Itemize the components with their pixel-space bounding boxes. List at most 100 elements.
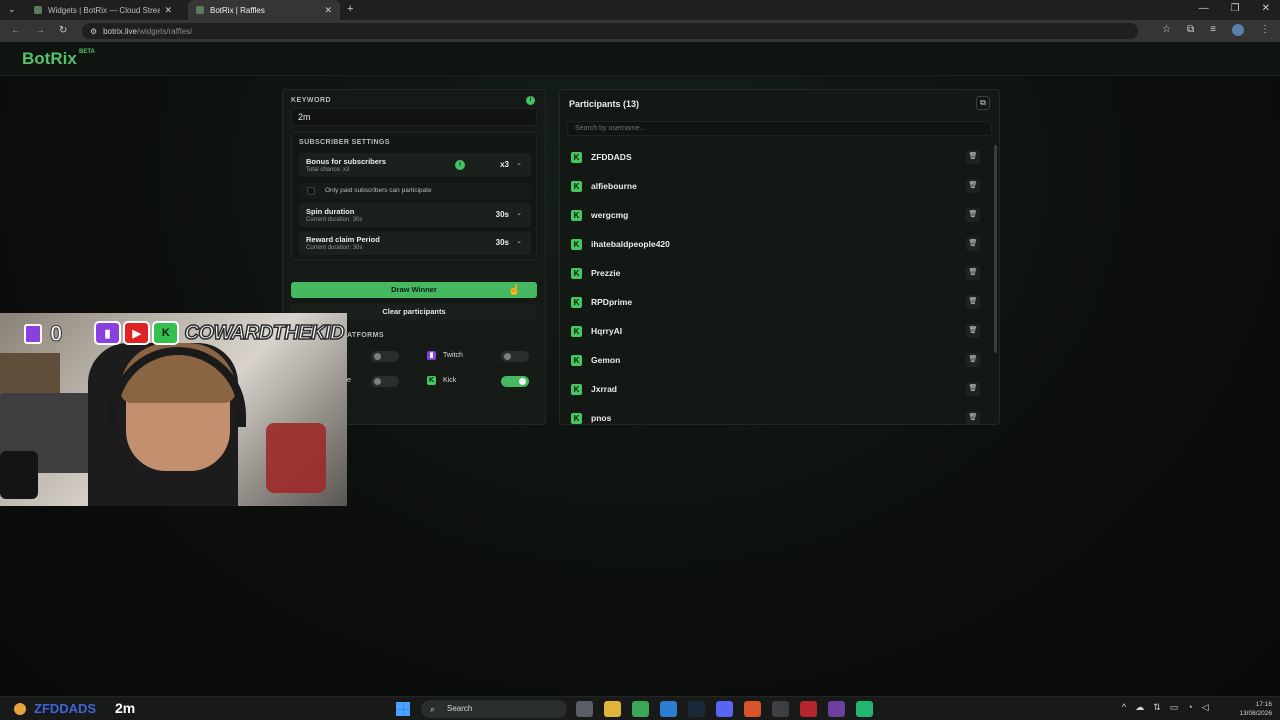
participant-name: Prezzie <box>591 268 621 278</box>
subscriber-settings-title: SUBSCRIBER SETTINGS <box>299 139 390 146</box>
spin-label: Spin duration <box>306 207 355 216</box>
participant-name: HqrryAI <box>591 326 623 336</box>
network-icon[interactable]: ⇅ <box>1153 702 1161 713</box>
kick-icon: K <box>571 326 582 337</box>
delete-participant-icon[interactable]: 🗑 <box>966 208 980 222</box>
participant-name: alfiebourne <box>591 181 637 191</box>
extensions-icon[interactable]: ⧉ <box>1187 24 1194 36</box>
beta-badge: BETA <box>79 49 95 55</box>
viewer-count-value: 0 <box>49 321 63 347</box>
site-info-icon[interactable]: ⚙ <box>90 27 97 36</box>
wifi-icon[interactable]: ◔ <box>1187 702 1192 713</box>
bonus-info-icon[interactable]: i <box>455 160 465 170</box>
menu-kebab-icon[interactable]: ⋮ <box>1260 24 1270 36</box>
keyword-input[interactable]: 2m <box>291 108 537 126</box>
file-explorer-icon[interactable] <box>604 701 621 717</box>
taskbar-search[interactable]: ⌕ Search <box>421 700 567 718</box>
participant-row: Kalfiebourne 🗑 <box>564 174 988 203</box>
kick-toggle[interactable] <box>501 376 529 387</box>
participant-row: Kwergcmg 🗑 <box>564 203 988 232</box>
forward-icon[interactable]: → <box>35 25 45 36</box>
windows-start-icon[interactable] <box>396 702 410 716</box>
delete-participant-icon[interactable]: 🗑 <box>966 237 980 251</box>
delete-participant-icon[interactable]: 🗑 <box>966 411 980 424</box>
search-icon: ⌕ <box>430 704 436 714</box>
participant-row: K Jxrrad 🗑 <box>564 377 988 406</box>
paid-only-row[interactable]: Only paid subscribers can participate <box>299 183 531 199</box>
twitch-viewers-icon <box>24 324 42 344</box>
cloud-icon[interactable]: ☁ <box>1135 702 1144 713</box>
weather-icon[interactable] <box>14 703 26 715</box>
video-editor-icon[interactable] <box>800 701 817 717</box>
chevron-down-icon[interactable]: ⌄ <box>516 159 522 167</box>
delete-participant-icon[interactable]: 🗑 <box>966 324 980 338</box>
botrix-logo[interactable]: BotRix <box>22 49 77 69</box>
participant-search-input[interactable]: Search by username... <box>567 121 992 136</box>
app-icon[interactable] <box>828 701 845 717</box>
delete-participant-icon[interactable]: 🗑 <box>966 295 980 309</box>
system-tray: ^ ☁ ⇅ ▭ ◔ ◁ <box>1122 702 1209 713</box>
paid-only-checkbox[interactable] <box>307 187 315 195</box>
participants-scrollbar[interactable] <box>994 145 997 353</box>
url-field[interactable]: ⚙ botrix.live/widgets/raffles/ <box>82 23 1138 39</box>
tab-search-icon[interactable]: ⌄ <box>8 4 16 15</box>
spin-select[interactable]: 30s <box>496 210 509 219</box>
task-view-icon[interactable] <box>576 701 593 717</box>
volume-icon[interactable]: ◁ <box>1202 702 1209 713</box>
minimize-icon[interactable]: — <box>1199 3 1209 14</box>
chevron-down-icon[interactable]: ⌄ <box>516 209 522 217</box>
participants-panel: Participants (13) ⧉ Search by username..… <box>559 89 1000 425</box>
bookmark-star-icon[interactable]: ☆ <box>1162 24 1171 36</box>
media-controls-icon[interactable]: ≡ <box>1210 24 1216 36</box>
participant-row: K HqrryAI 🗑 <box>564 319 988 348</box>
copy-icon[interactable]: ⧉ <box>976 96 990 110</box>
discord-icon[interactable] <box>716 701 733 717</box>
twitch-icon: ▮ <box>427 351 436 360</box>
reload-icon[interactable]: ↻ <box>59 25 67 36</box>
display-icon[interactable]: ▭ <box>1170 702 1179 713</box>
restore-icon[interactable]: ❐ <box>1231 3 1240 14</box>
new-tab-icon[interactable]: + <box>347 3 353 15</box>
delete-participant-icon[interactable]: 🗑 <box>966 353 980 367</box>
delete-participant-icon[interactable]: 🗑 <box>966 179 980 193</box>
platforms-title: ATFORMS <box>347 332 384 339</box>
app-icon[interactable] <box>744 701 761 717</box>
kick-icon: K <box>571 210 582 221</box>
draw-winner-button[interactable]: Draw Winner <box>291 282 537 298</box>
delete-participant-icon[interactable]: 🗑 <box>966 150 980 164</box>
kick-icon: K <box>571 297 582 308</box>
profile-avatar[interactable] <box>1232 24 1244 36</box>
chevron-down-icon[interactable]: ⌄ <box>516 237 522 245</box>
store-icon[interactable] <box>660 701 677 717</box>
kick-icon: K <box>571 384 582 395</box>
steam-icon[interactable] <box>688 701 705 717</box>
back-icon[interactable]: ← <box>11 25 21 36</box>
youtube-toggle[interactable] <box>371 376 399 387</box>
url-path: /widgets/raffles/ <box>136 26 193 36</box>
subscriber-settings: SUBSCRIBER SETTINGS Bonus for subscriber… <box>291 132 537 260</box>
tab-raffles[interactable]: BotRix | Raffles ✕ <box>188 0 340 20</box>
app-icon[interactable] <box>856 701 873 717</box>
youtube-icon: ▶ <box>123 321 151 345</box>
clock[interactable]: 17:16 13/08/2026 <box>1222 700 1272 718</box>
obs-icon[interactable] <box>772 701 789 717</box>
participant-name: RPDprime <box>591 297 633 307</box>
close-icon[interactable]: ✕ <box>324 5 332 16</box>
close-icon[interactable]: ✕ <box>164 5 172 16</box>
participant-name: ZFDDADS <box>591 152 632 162</box>
tray-overflow-icon[interactable]: ^ <box>1122 702 1126 713</box>
delete-participant-icon[interactable]: 🗑 <box>966 266 980 280</box>
chrome-icon[interactable] <box>632 701 649 717</box>
reward-select[interactable]: 30s <box>496 238 509 247</box>
platform-kick: K Kick <box>421 372 537 390</box>
bonus-select[interactable]: x3 <box>500 160 509 169</box>
tab-widgets[interactable]: Widgets | BotRix — Cloud Strea ✕ <box>26 0 180 20</box>
delete-participant-icon[interactable]: 🗑 <box>966 382 980 396</box>
close-window-icon[interactable]: ✕ <box>1262 3 1270 14</box>
kick-icon: K <box>571 413 582 424</box>
participant-name: pnos <box>591 413 612 423</box>
keyword-info-icon[interactable]: i <box>526 96 535 105</box>
toolbar-icons: ☆ ⧉ ≡ ⋮ <box>1162 24 1270 36</box>
twitch-toggle[interactable] <box>501 351 529 362</box>
platform-hidden-toggle[interactable] <box>371 351 399 362</box>
